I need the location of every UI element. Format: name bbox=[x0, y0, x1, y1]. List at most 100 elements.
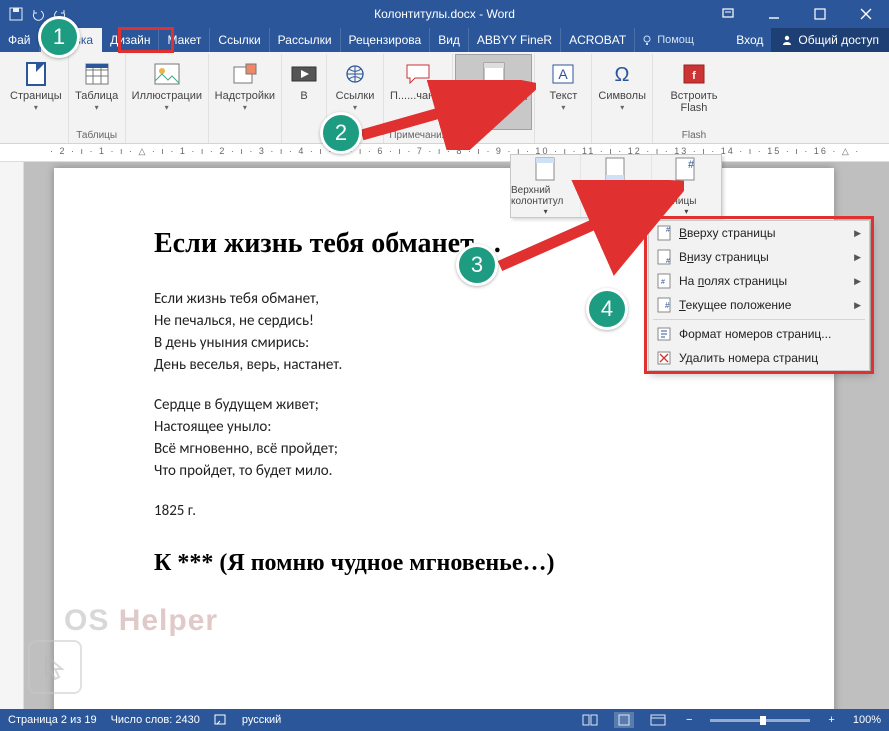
comment-button[interactable]: П......чание bbox=[386, 54, 450, 130]
status-wordcount[interactable]: Число слов: 2430 bbox=[111, 714, 200, 726]
tab-review[interactable]: Рецензирова bbox=[341, 28, 431, 52]
chevron-down-icon: ▾ bbox=[95, 103, 99, 112]
menu-format-numbers[interactable]: Формат номеров страниц... bbox=[649, 322, 869, 346]
chevron-down-icon: ▾ bbox=[243, 103, 247, 112]
link-icon bbox=[341, 60, 369, 88]
tab-acrobat[interactable]: ACROBAT bbox=[561, 28, 635, 52]
status-page[interactable]: Страница 2 из 19 bbox=[8, 714, 97, 726]
menu-current-position[interactable]: # Текущее положение ▶ bbox=[649, 293, 869, 317]
view-web-icon[interactable] bbox=[648, 712, 668, 728]
menu-separator bbox=[653, 319, 865, 320]
text-button[interactable]: A Текст ▾ bbox=[537, 54, 589, 130]
tab-abbyy[interactable]: ABBYY FineR bbox=[469, 28, 561, 52]
zoom-thumb[interactable] bbox=[760, 716, 766, 725]
pagenumber-icon: # bbox=[675, 157, 697, 183]
links-label: Ссылки bbox=[336, 90, 375, 102]
undo-icon[interactable] bbox=[30, 6, 46, 22]
flash-button[interactable]: f Встроить Flash bbox=[655, 54, 733, 130]
zoom-level[interactable]: 100% bbox=[853, 714, 881, 726]
zoom-out-icon[interactable]: − bbox=[682, 714, 696, 726]
menu-top-of-page[interactable]: # Вверху страницы ▶ bbox=[649, 221, 869, 245]
save-icon[interactable] bbox=[8, 6, 24, 22]
chevron-right-icon: ▶ bbox=[854, 300, 861, 311]
table-button[interactable]: Таблица ▾ bbox=[71, 54, 123, 130]
tab-view[interactable]: Вид bbox=[430, 28, 469, 52]
titlebar: Колонтитулы.docx - Word bbox=[0, 0, 889, 28]
group-label-blank3 bbox=[284, 130, 324, 143]
group-flash: f Встроить Flash Flash bbox=[653, 54, 735, 143]
page-icon bbox=[22, 60, 50, 88]
symbols-label: Символы bbox=[598, 90, 646, 102]
chevron-right-icon: ▶ bbox=[854, 228, 861, 239]
person-icon bbox=[781, 34, 793, 46]
menu-label: Формат номеров страниц... bbox=[679, 327, 861, 341]
menu-page-margins[interactable]: # На полях страницы ▶ bbox=[649, 269, 869, 293]
video-button[interactable]: В bbox=[284, 54, 324, 130]
flash-icon: f bbox=[680, 60, 708, 88]
addins-icon bbox=[231, 60, 259, 88]
stanza-2: Сердце в будущем живет; Настоящее уныло:… bbox=[154, 394, 734, 482]
chevron-down-icon: ▾ bbox=[165, 103, 169, 112]
menu-remove-numbers[interactable]: Удалить номера страниц bbox=[649, 346, 869, 370]
table-label: Таблица bbox=[75, 90, 118, 102]
minimize-icon[interactable] bbox=[751, 0, 797, 28]
view-print-icon[interactable] bbox=[614, 712, 634, 728]
menu-bottom-of-page[interactable]: # Внизу страницы ▶ bbox=[649, 245, 869, 269]
remove-icon bbox=[655, 350, 673, 366]
chevron-down-icon: ▾ bbox=[544, 207, 548, 216]
chevron-down-icon: ▾ bbox=[620, 103, 624, 112]
chevron-down-icon: ▾ bbox=[684, 207, 688, 216]
pagenumber-menu: # Вверху страницы ▶ # Внизу страницы ▶ #… bbox=[648, 220, 870, 371]
tab-design[interactable]: Дизайн bbox=[102, 28, 159, 52]
group-label-blank7 bbox=[594, 130, 650, 143]
vertical-ruler[interactable] bbox=[0, 162, 24, 709]
group-headers: Колонтитулы ▾ bbox=[453, 54, 535, 143]
comment-icon bbox=[404, 60, 432, 88]
svg-text:Ω: Ω bbox=[615, 64, 630, 85]
status-language[interactable]: русский bbox=[242, 714, 281, 726]
page-margins-icon: # bbox=[655, 273, 673, 289]
zoom-in-icon[interactable]: + bbox=[824, 714, 838, 726]
group-addins: Надстройки ▾ bbox=[209, 54, 282, 143]
tell-me[interactable]: Помощ bbox=[635, 28, 700, 52]
group-label-flash: Flash bbox=[655, 130, 733, 143]
ruler-scale: · 2 · ı · 1 · ı · △ · ı · 1 · ı · 2 · ı … bbox=[50, 146, 860, 157]
view-read-icon[interactable] bbox=[580, 712, 600, 728]
zoom-slider[interactable] bbox=[710, 719, 810, 722]
ribbon-options-icon[interactable] bbox=[705, 0, 751, 28]
header-button[interactable]: Верхний колонтитул ▾ bbox=[511, 155, 581, 217]
headerfooter-button[interactable]: Колонтитулы ▾ bbox=[455, 54, 532, 130]
page-top-icon: # bbox=[655, 225, 673, 241]
signin-button[interactable]: Вход bbox=[728, 28, 771, 52]
maximize-icon[interactable] bbox=[797, 0, 843, 28]
line: В день уныния смирись: bbox=[154, 332, 734, 354]
tab-layout[interactable]: Макет bbox=[159, 28, 210, 52]
symbols-button[interactable]: Ω Символы ▾ bbox=[594, 54, 650, 130]
headerfooter-icon bbox=[480, 61, 508, 89]
addins-button[interactable]: Надстройки ▾ bbox=[211, 54, 279, 130]
group-illustrations: Иллюстрации ▾ bbox=[126, 54, 209, 143]
line: Если жизнь тебя обманет, bbox=[154, 288, 734, 310]
footer-button[interactable]: Нижний колонтитул ▾ bbox=[581, 155, 651, 217]
horizontal-ruler[interactable]: · 2 · ı · 1 · ı · △ · ı · 1 · ı · 2 · ı … bbox=[0, 144, 889, 162]
status-proofing-icon[interactable] bbox=[214, 712, 228, 729]
flash-label: Встроить Flash bbox=[659, 90, 729, 114]
pagenumber-button[interactable]: # Номер страницы ▾ bbox=[652, 155, 721, 217]
group-label-comments: Примечания bbox=[386, 130, 450, 143]
illustrations-button[interactable]: Иллюстрации ▾ bbox=[128, 54, 206, 130]
share-button[interactable]: Общий доступ bbox=[771, 28, 889, 52]
tell-me-label: Помощ bbox=[657, 34, 694, 46]
menu-label: Текущее положение bbox=[679, 298, 854, 312]
tab-references[interactable]: Ссылки bbox=[210, 28, 269, 52]
menu-label: Вверху страницы bbox=[679, 226, 854, 240]
addins-label: Надстройки bbox=[215, 90, 275, 102]
tab-mailings[interactable]: Рассылки bbox=[270, 28, 341, 52]
tab-file[interactable]: Фай bbox=[0, 28, 40, 52]
pages-button[interactable]: Страницы ▾ bbox=[6, 54, 66, 130]
close-icon[interactable] bbox=[843, 0, 889, 28]
line: 1825 г. bbox=[154, 500, 734, 522]
annotation-badge-1: 1 bbox=[38, 16, 80, 58]
chevron-down-icon: ▾ bbox=[353, 103, 357, 112]
chevron-down-icon: ▾ bbox=[492, 104, 496, 113]
share-label: Общий доступ bbox=[798, 33, 879, 47]
